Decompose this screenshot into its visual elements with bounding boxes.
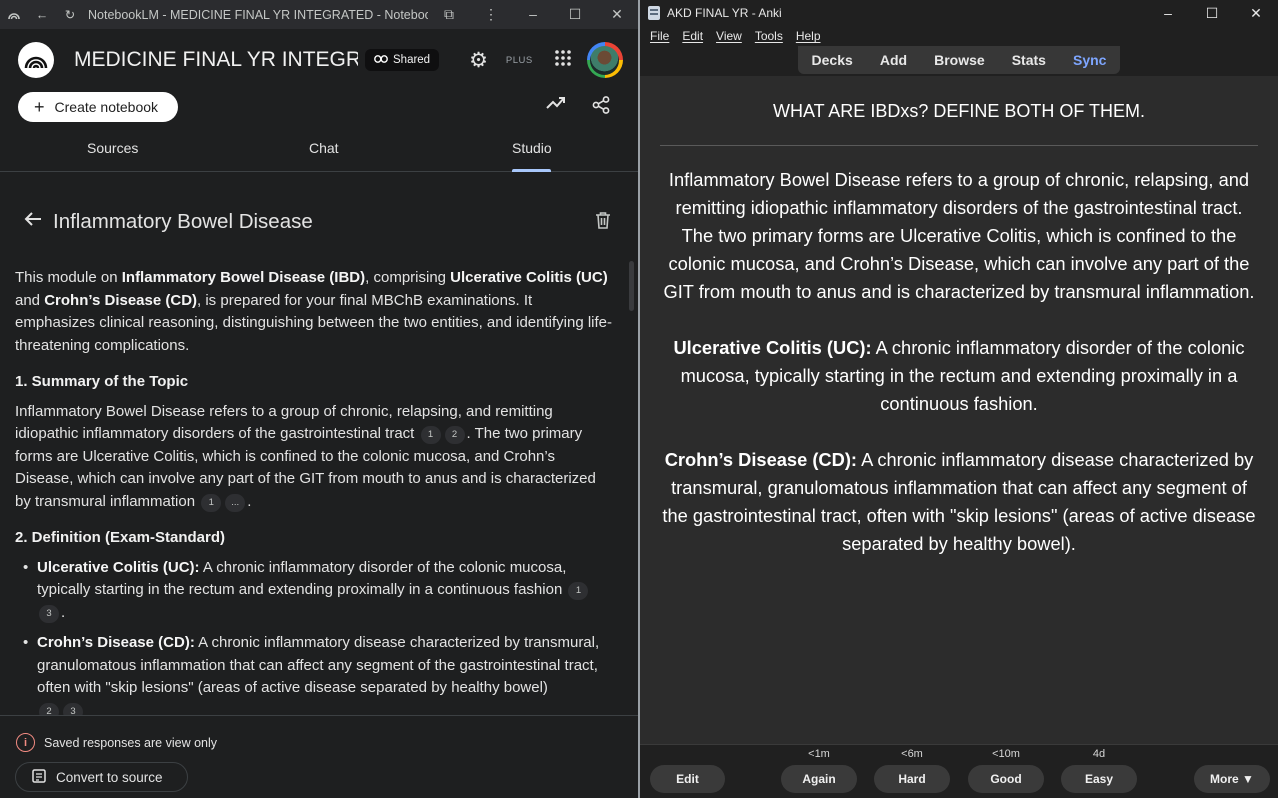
hard-interval: <6m bbox=[901, 748, 923, 760]
tab-studio[interactable]: Studio bbox=[512, 140, 552, 156]
saved-notice: i Saved responses are view only bbox=[16, 733, 217, 752]
citation-chip[interactable]: 3 bbox=[39, 604, 59, 623]
again-interval: <1m bbox=[808, 748, 830, 760]
citation-more-chip[interactable]: ... bbox=[225, 493, 246, 512]
app-icon bbox=[0, 10, 28, 20]
menu-edit[interactable]: Edit bbox=[682, 29, 703, 43]
decks-button[interactable]: Decks bbox=[812, 52, 853, 68]
good-button[interactable]: Good bbox=[968, 765, 1044, 793]
intro-paragraph: This module on Inflammatory Bowel Diseas… bbox=[15, 269, 613, 354]
review-bar: Edit <1m Again <6m Hard <10m Good 4d Eas… bbox=[640, 744, 1278, 798]
card-answer: Inflammatory Bowel Disease refers to a g… bbox=[658, 166, 1260, 586]
notebook-actions-row: + Create notebook bbox=[0, 91, 638, 123]
anki-titlebar: AKD FINAL YR - Anki – ☐ ✕ bbox=[640, 0, 1278, 26]
citation-chip[interactable]: 1 bbox=[420, 426, 441, 444]
maximize-icon[interactable]: ☐ bbox=[1190, 5, 1234, 22]
create-notebook-button[interactable]: + Create notebook bbox=[18, 92, 179, 122]
stats-button[interactable]: Stats bbox=[1012, 52, 1046, 68]
minimize-icon[interactable]: – bbox=[512, 6, 554, 23]
citation-chip[interactable]: 2 bbox=[39, 702, 59, 715]
list-item: Crohn’s Disease (CD): A chronic inflamma… bbox=[23, 632, 615, 715]
add-button[interactable]: Add bbox=[880, 52, 907, 68]
notebooklm-logo[interactable] bbox=[18, 42, 54, 78]
screen: ← ↻ NotebookLM - MEDICINE FINAL YR INTEG… bbox=[0, 0, 1278, 798]
minimize-icon[interactable]: – bbox=[1146, 5, 1190, 22]
browse-button[interactable]: Browse bbox=[934, 52, 985, 68]
back-arrow-icon[interactable] bbox=[24, 211, 42, 232]
anki-window: AKD FINAL YR - Anki – ☐ ✕ File Edit View… bbox=[640, 0, 1278, 798]
studio-note-panel: Inflammatory Bowel Disease This module o… bbox=[0, 173, 638, 715]
answer-uc: Ulcerative Colitis (UC): A chronic infla… bbox=[673, 337, 1245, 414]
citation-chip[interactable]: 1 bbox=[568, 582, 589, 600]
anki-app-icon bbox=[648, 6, 660, 20]
edit-button[interactable]: Edit bbox=[650, 765, 725, 793]
note-footer: i Saved responses are view only Convert … bbox=[0, 715, 638, 798]
active-tab-indicator bbox=[512, 169, 551, 172]
shared-button[interactable]: Shared bbox=[365, 49, 440, 71]
account-avatar[interactable] bbox=[586, 42, 623, 78]
anki-menubar: File Edit View Tools Help bbox=[640, 26, 1278, 46]
plus-icon: + bbox=[34, 97, 45, 117]
answer-cd: Crohn’s Disease (CD): A chronic inflamma… bbox=[662, 449, 1256, 554]
extensions-icon[interactable]: ⧉ bbox=[428, 6, 470, 23]
convert-doc-icon bbox=[32, 768, 46, 786]
good-interval: <10m bbox=[992, 748, 1020, 760]
notebook-title[interactable]: MEDICINE FINAL YR INTEGRATED bbox=[74, 48, 358, 72]
reload-icon[interactable]: ↻ bbox=[56, 7, 84, 22]
tab-chat[interactable]: Chat bbox=[309, 140, 339, 156]
browser-titlebar: ← ↻ NotebookLM - MEDICINE FINAL YR INTEG… bbox=[0, 0, 638, 29]
panel-scrollbar[interactable] bbox=[629, 261, 634, 311]
create-notebook-label: Create notebook bbox=[54, 99, 159, 115]
link-icon bbox=[374, 54, 388, 66]
answer-summary: Inflammatory Bowel Disease refers to a g… bbox=[663, 169, 1255, 302]
sync-button[interactable]: Sync bbox=[1073, 52, 1106, 68]
easy-button[interactable]: Easy bbox=[1061, 765, 1137, 793]
notebook-tabs: Sources Chat Studio bbox=[0, 130, 638, 172]
browser-window-title: NotebookLM - MEDICINE FINAL YR INTEGRATE… bbox=[88, 7, 428, 22]
maximize-icon[interactable]: ☐ bbox=[554, 6, 596, 23]
section-heading-definition: 2. Definition (Exam-Standard) bbox=[15, 529, 226, 546]
share-icon[interactable] bbox=[592, 95, 610, 119]
notebook-header: MEDICINE FINAL YR INTEGRATED Shared ⚙ PL… bbox=[0, 29, 638, 91]
close-icon[interactable]: ✕ bbox=[596, 6, 638, 23]
browser-menu-icon[interactable]: ⋮ bbox=[470, 6, 512, 23]
settings-gear-icon[interactable]: ⚙ bbox=[469, 48, 488, 73]
convert-label: Convert to source bbox=[56, 769, 163, 785]
menu-file[interactable]: File bbox=[650, 29, 669, 43]
notebooklm-window: ← ↻ NotebookLM - MEDICINE FINAL YR INTEG… bbox=[0, 0, 638, 798]
definition-list: Ulcerative Colitis (UC): A chronic infla… bbox=[15, 557, 615, 715]
list-item: Ulcerative Colitis (UC): A chronic infla… bbox=[23, 557, 615, 625]
menu-view[interactable]: View bbox=[716, 29, 742, 43]
delete-trash-icon[interactable] bbox=[595, 211, 611, 234]
convert-to-source-button[interactable]: Convert to source bbox=[15, 762, 188, 792]
saved-notice-text: Saved responses are view only bbox=[44, 735, 218, 750]
citation-chip[interactable]: 2 bbox=[444, 426, 465, 444]
apps-grid-icon[interactable] bbox=[554, 49, 571, 71]
close-icon[interactable]: ✕ bbox=[1234, 5, 1278, 22]
note-body: This module on Inflammatory Bowel Diseas… bbox=[15, 267, 615, 715]
info-icon: i bbox=[16, 733, 35, 752]
menu-help[interactable]: Help bbox=[796, 29, 821, 43]
menu-tools[interactable]: Tools bbox=[755, 29, 783, 43]
card-question: WHAT ARE IBDxs? DEFINE BOTH OF THEM. bbox=[772, 101, 1146, 121]
analytics-trend-icon[interactable] bbox=[546, 96, 566, 119]
note-title: Inflammatory Bowel Disease bbox=[53, 210, 313, 233]
back-icon[interactable]: ← bbox=[28, 8, 56, 22]
anki-toolbar: Decks Add Browse Stats Sync bbox=[640, 46, 1278, 76]
shared-label: Shared bbox=[393, 54, 431, 66]
section-heading-summary: 1. Summary of the Topic bbox=[15, 373, 189, 390]
citation-chip[interactable]: 3 bbox=[63, 702, 83, 715]
answer-divider bbox=[660, 145, 1258, 146]
easy-interval: 4d bbox=[1092, 748, 1106, 760]
more-button[interactable]: More ▼ bbox=[1194, 765, 1270, 793]
again-button[interactable]: Again bbox=[781, 765, 857, 793]
tab-sources[interactable]: Sources bbox=[87, 140, 138, 156]
citation-chip[interactable]: 1 bbox=[201, 493, 222, 512]
plus-badge: PLUS bbox=[505, 54, 533, 66]
summary-paragraph: Inflammatory Bowel Disease refers to a g… bbox=[15, 402, 596, 512]
hard-button[interactable]: Hard bbox=[874, 765, 950, 793]
anki-window-title: AKD FINAL YR - Anki bbox=[667, 6, 782, 20]
